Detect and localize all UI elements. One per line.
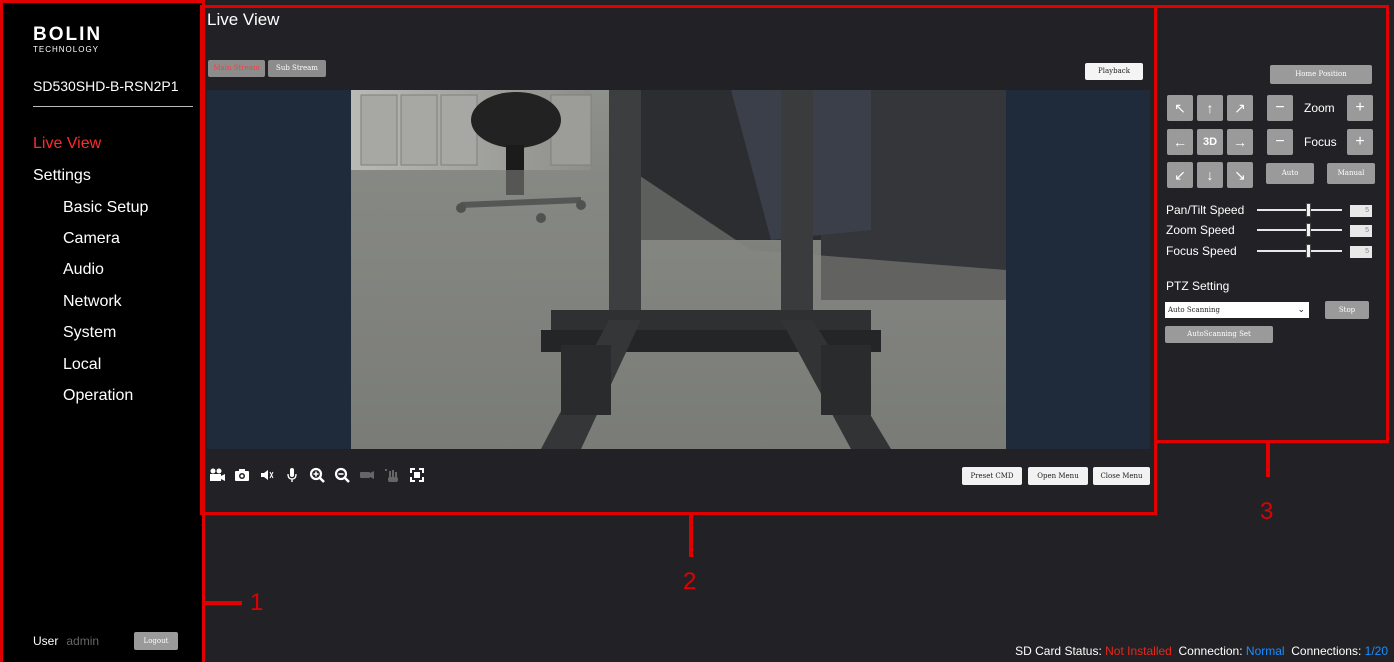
annotation-label-2: 2 <box>683 568 697 595</box>
annotation-label-3: 3 <box>1260 498 1274 525</box>
annotation-box-1 <box>0 0 205 662</box>
annotation-label-1: 1 <box>250 589 264 616</box>
sd-status-label: SD Card Status: <box>1015 644 1102 658</box>
annotation-line-2 <box>689 515 693 557</box>
connection-value: Normal <box>1245 644 1285 658</box>
connection-label: Connection: <box>1178 644 1243 658</box>
annotation-box-2 <box>200 5 1157 515</box>
annotation-line-1 <box>205 601 242 605</box>
annotation-box-3 <box>1154 5 1389 443</box>
annotation-line-3 <box>1266 443 1270 477</box>
connections-label: Connections: <box>1291 644 1362 658</box>
sd-status-value: Not Installed <box>1105 644 1172 658</box>
status-bar: SD Card Status: Not Installed Connection… <box>1015 644 1388 658</box>
connections-value: 1/20 <box>1364 644 1388 658</box>
